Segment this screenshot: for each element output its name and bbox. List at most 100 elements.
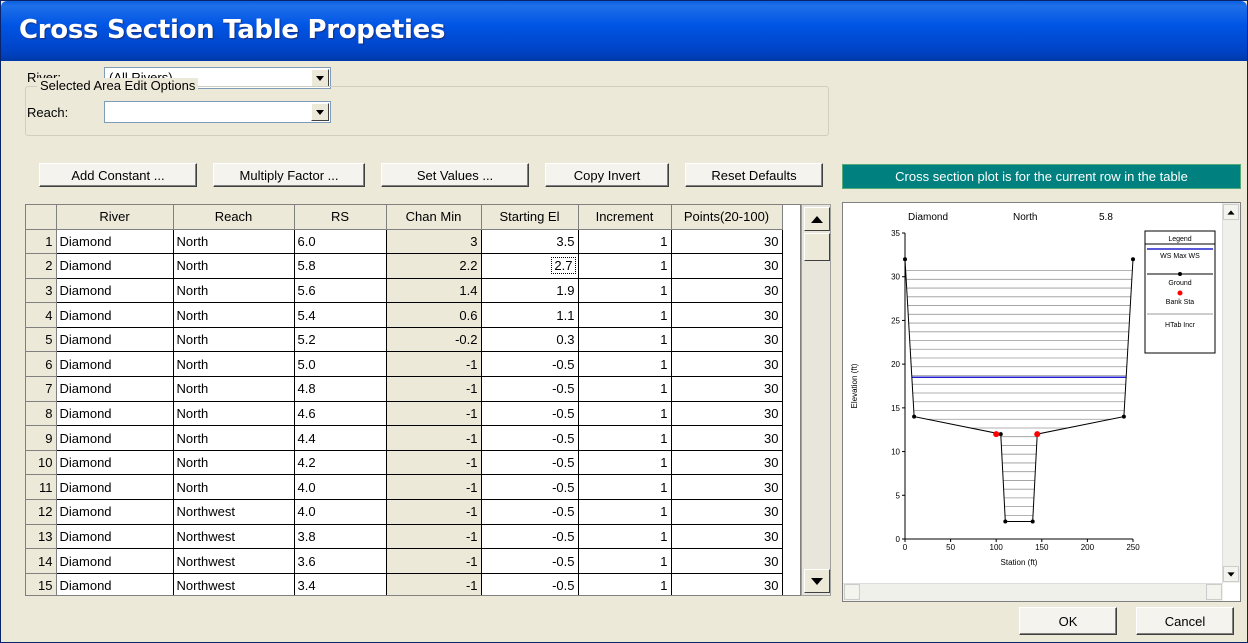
table-row[interactable]: 14 Diamond Northwest 3.6 -1 -0.5 1 30 <box>26 548 783 574</box>
table-cell-start-el[interactable]: 1.1 <box>481 302 579 328</box>
scroll-left-button[interactable] <box>844 584 860 600</box>
scroll-up-button[interactable] <box>804 207 830 231</box>
table-cell-river[interactable]: Diamond <box>56 302 174 328</box>
table-cell-chan-min[interactable]: -1 <box>386 425 482 451</box>
table-cell-rs[interactable]: 5.0 <box>294 351 387 378</box>
table-cell-inc[interactable]: 1 <box>578 229 672 255</box>
table-cell-reach[interactable]: North <box>173 253 295 279</box>
table-cell-river[interactable]: Diamond <box>56 524 174 550</box>
table-cell-points[interactable]: 30 <box>671 351 783 378</box>
table-row[interactable]: 2 Diamond North 5.8 2.2 2.7 1 30 <box>26 253 783 279</box>
table-cell-reach[interactable]: Northwest <box>173 524 295 550</box>
table-cell-reach[interactable]: North <box>173 302 295 328</box>
table-cell-reach[interactable]: North <box>173 327 295 353</box>
table-cell-points[interactable]: 30 <box>671 573 783 595</box>
table-cell-start-el[interactable]: -0.5 <box>481 499 579 525</box>
table-cell-river[interactable]: Diamond <box>56 327 174 353</box>
table-cell-points[interactable]: 30 <box>671 425 783 451</box>
table-cell-river[interactable]: Diamond <box>56 548 174 574</box>
table-cell-rs[interactable]: 4.8 <box>294 376 387 402</box>
table-cell-rs[interactable]: 3.8 <box>294 524 387 550</box>
table-cell-inc[interactable]: 1 <box>578 278 672 304</box>
table-cell-river[interactable]: Diamond <box>56 229 174 255</box>
row-number[interactable]: 3 <box>26 278 57 304</box>
table-cell-reach[interactable]: Northwest <box>173 499 295 525</box>
table-cell-river[interactable]: Diamond <box>56 253 174 279</box>
table-cell-start-el[interactable]: -0.5 <box>481 548 579 574</box>
scroll-right-button[interactable] <box>1206 584 1222 600</box>
table-cell-chan-min[interactable]: 2.2 <box>386 253 482 279</box>
table-cell-points[interactable]: 30 <box>671 229 783 255</box>
ok-button[interactable]: OK <box>1019 607 1117 635</box>
column-header[interactable]: River <box>56 205 174 230</box>
table-cell-chan-min[interactable]: 1.4 <box>386 278 482 304</box>
row-number[interactable]: 15 <box>26 573 57 595</box>
table-cell-start-el[interactable]: 3.5 <box>481 229 579 255</box>
scroll-down-button[interactable] <box>1223 566 1239 582</box>
scroll-down-button[interactable] <box>804 569 830 593</box>
table-cell-points[interactable]: 30 <box>671 302 783 328</box>
table-cell-rs[interactable]: 4.0 <box>294 499 387 525</box>
row-number[interactable]: 10 <box>26 450 57 476</box>
table-cell-inc[interactable]: 1 <box>578 376 672 402</box>
table-row[interactable]: 13 Diamond Northwest 3.8 -1 -0.5 1 30 <box>26 524 783 550</box>
table-cell-chan-min[interactable]: -1 <box>386 474 482 501</box>
table-cell-inc[interactable]: 1 <box>578 327 672 353</box>
table-cell-river[interactable]: Diamond <box>56 425 174 451</box>
copy-invert-button[interactable]: Copy Invert <box>545 163 669 187</box>
table-cell-inc[interactable]: 1 <box>578 548 672 574</box>
table-scrollbar[interactable] <box>801 204 831 596</box>
table-row[interactable]: 3 Diamond North 5.6 1.4 1.9 1 30 <box>26 278 783 304</box>
row-number[interactable]: 13 <box>26 524 57 550</box>
table-row[interactable]: 10 Diamond North 4.2 -1 -0.5 1 30 <box>26 450 783 476</box>
row-number[interactable]: 1 <box>26 229 57 255</box>
table-cell-start-el[interactable]: -0.5 <box>481 376 579 402</box>
row-number[interactable]: 14 <box>26 548 57 574</box>
table-cell-start-el[interactable]: -0.5 <box>481 401 579 427</box>
table-cell-points[interactable]: 30 <box>671 474 783 501</box>
column-header[interactable]: Chan Min <box>386 205 482 230</box>
row-number[interactable]: 12 <box>26 499 57 525</box>
scroll-up-button[interactable] <box>1223 204 1239 220</box>
table-cell-start-el[interactable]: 0.3 <box>481 327 579 353</box>
table-cell-inc[interactable]: 1 <box>578 450 672 476</box>
plot-vertical-scrollbar[interactable] <box>1222 203 1240 583</box>
table-cell-start-el[interactable]: -0.5 <box>481 474 579 501</box>
table-cell-river[interactable]: Diamond <box>56 573 174 595</box>
set-values-button[interactable]: Set Values ... <box>381 163 529 187</box>
table-cell-start-el[interactable]: -0.5 <box>481 573 579 595</box>
row-number[interactable]: 5 <box>26 327 57 353</box>
table-cell-start-el[interactable]: 2.7 <box>481 253 579 279</box>
table-cell-river[interactable]: Diamond <box>56 351 174 378</box>
row-number[interactable]: 9 <box>26 425 57 451</box>
table-cell-points[interactable]: 30 <box>671 524 783 550</box>
table-cell-inc[interactable]: 1 <box>578 401 672 427</box>
table-row[interactable]: 12 Diamond Northwest 4.0 -1 -0.5 1 30 <box>26 499 783 525</box>
table-cell-reach[interactable]: North <box>173 450 295 476</box>
table-cell-rs[interactable]: 5.2 <box>294 327 387 353</box>
table-cell-reach[interactable]: North <box>173 351 295 378</box>
column-header[interactable]: Increment <box>578 205 672 230</box>
table-cell-inc[interactable]: 1 <box>578 253 672 279</box>
table-row[interactable]: 8 Diamond North 4.6 -1 -0.5 1 30 <box>26 401 783 427</box>
table-cell-chan-min[interactable]: -1 <box>386 376 482 402</box>
table-cell-rs[interactable]: 6.0 <box>294 229 387 255</box>
table-cell-inc[interactable]: 1 <box>578 302 672 328</box>
table-cell-rs[interactable]: 5.6 <box>294 278 387 304</box>
table-cell-reach[interactable]: North <box>173 425 295 451</box>
table-cell-rs[interactable]: 5.8 <box>294 253 387 279</box>
table-cell-chan-min[interactable]: -1 <box>386 450 482 476</box>
table-cell-inc[interactable]: 1 <box>578 499 672 525</box>
table-cell-river[interactable]: Diamond <box>56 450 174 476</box>
row-number[interactable]: 11 <box>26 474 57 501</box>
table-cell-points[interactable]: 30 <box>671 327 783 353</box>
table-cell-start-el[interactable]: -0.5 <box>481 450 579 476</box>
table-cell-rs[interactable]: 5.4 <box>294 302 387 328</box>
table-cell-inc[interactable]: 1 <box>578 351 672 378</box>
table-cell-chan-min[interactable]: -1 <box>386 401 482 427</box>
reset-defaults-button[interactable]: Reset Defaults <box>685 163 823 187</box>
table-cell-points[interactable]: 30 <box>671 499 783 525</box>
table-cell-inc[interactable]: 1 <box>578 425 672 451</box>
table-cell-chan-min[interactable]: -1 <box>386 351 482 378</box>
table-cell-rs[interactable]: 4.6 <box>294 401 387 427</box>
